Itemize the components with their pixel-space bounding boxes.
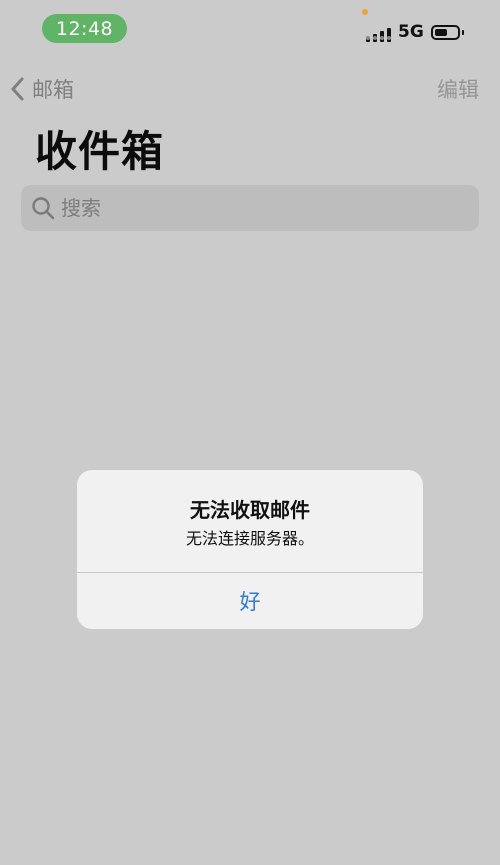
back-button-label: 邮箱 xyxy=(32,78,74,102)
alert-ok-button[interactable]: 好 xyxy=(77,573,423,629)
cellular-signal-dots xyxy=(366,36,392,40)
page-title: 收件箱 xyxy=(35,127,165,176)
battery-icon xyxy=(431,25,460,40)
mic-indicator-dot xyxy=(362,9,368,15)
search-icon xyxy=(32,197,55,220)
battery-cap xyxy=(462,30,464,35)
alert-title: 无法收取邮件 xyxy=(190,498,310,522)
search-bar[interactable] xyxy=(21,185,479,231)
battery-level-fill xyxy=(435,29,447,36)
alert-dialog: 无法收取邮件 无法连接服务器。 好 xyxy=(77,470,423,629)
status-time: 12:48 xyxy=(42,14,127,43)
network-type-label: 5G xyxy=(398,22,424,42)
alert-message: 无法连接服务器。 xyxy=(185,529,314,548)
chevron-left-icon xyxy=(11,77,24,101)
search-input[interactable] xyxy=(61,196,441,220)
edit-button[interactable]: 编辑 xyxy=(437,74,479,104)
back-button[interactable]: 邮箱 xyxy=(10,74,74,104)
